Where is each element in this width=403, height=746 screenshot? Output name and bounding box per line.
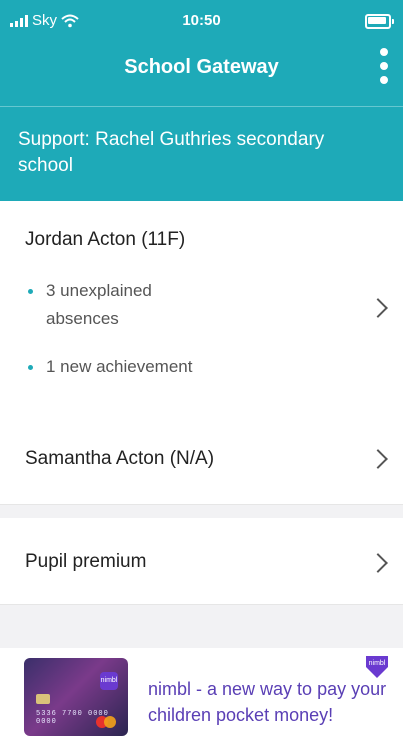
chevron-right-icon	[368, 298, 388, 318]
pupil-premium-label: Pupil premium	[25, 551, 147, 572]
svg-text:nimbl: nimbl	[369, 660, 386, 667]
more-menu-icon[interactable]	[379, 48, 389, 84]
bullet-icon	[28, 365, 33, 370]
list-item: 1 new achievement	[28, 353, 192, 381]
list-item: 3 unexplained absences	[28, 277, 218, 333]
mastercard-icon	[96, 716, 116, 728]
student-name: Samantha Acton (N/A)	[25, 448, 215, 469]
nimbl-logo-icon: nimbl	[366, 656, 388, 678]
student-card-jordan[interactable]: Jordan Acton (11F) 3 unexplained absence…	[0, 201, 403, 411]
ad-banner[interactable]: nimbl 5336 7700 0000 0000 nimbl - a new …	[0, 648, 403, 746]
chevron-right-icon	[368, 553, 388, 573]
section-divider	[0, 605, 403, 648]
section-divider	[0, 505, 403, 518]
support-banner: Support: Rachel Guthries secondary schoo…	[0, 106, 403, 201]
card-image: nimbl 5336 7700 0000 0000	[24, 658, 128, 736]
support-text: Support: Rachel Guthries secondary schoo…	[18, 129, 325, 176]
pupil-premium-row[interactable]: Pupil premium	[0, 518, 403, 605]
chevron-right-icon	[368, 449, 388, 469]
status-bar: Sky 10:50	[0, 0, 403, 40]
chip-icon	[36, 694, 50, 704]
card-brand: nimbl	[100, 672, 118, 690]
clock: 10:50	[182, 12, 221, 29]
page-title: School Gateway	[124, 56, 279, 78]
student-name: Jordan Acton (11F)	[25, 229, 186, 250]
student-card-samantha[interactable]: Samantha Acton (N/A)	[0, 410, 403, 505]
battery-icon	[365, 14, 394, 29]
bullet-icon	[28, 289, 33, 294]
ad-text: nimbl - a new way to pay your children p…	[148, 679, 387, 725]
